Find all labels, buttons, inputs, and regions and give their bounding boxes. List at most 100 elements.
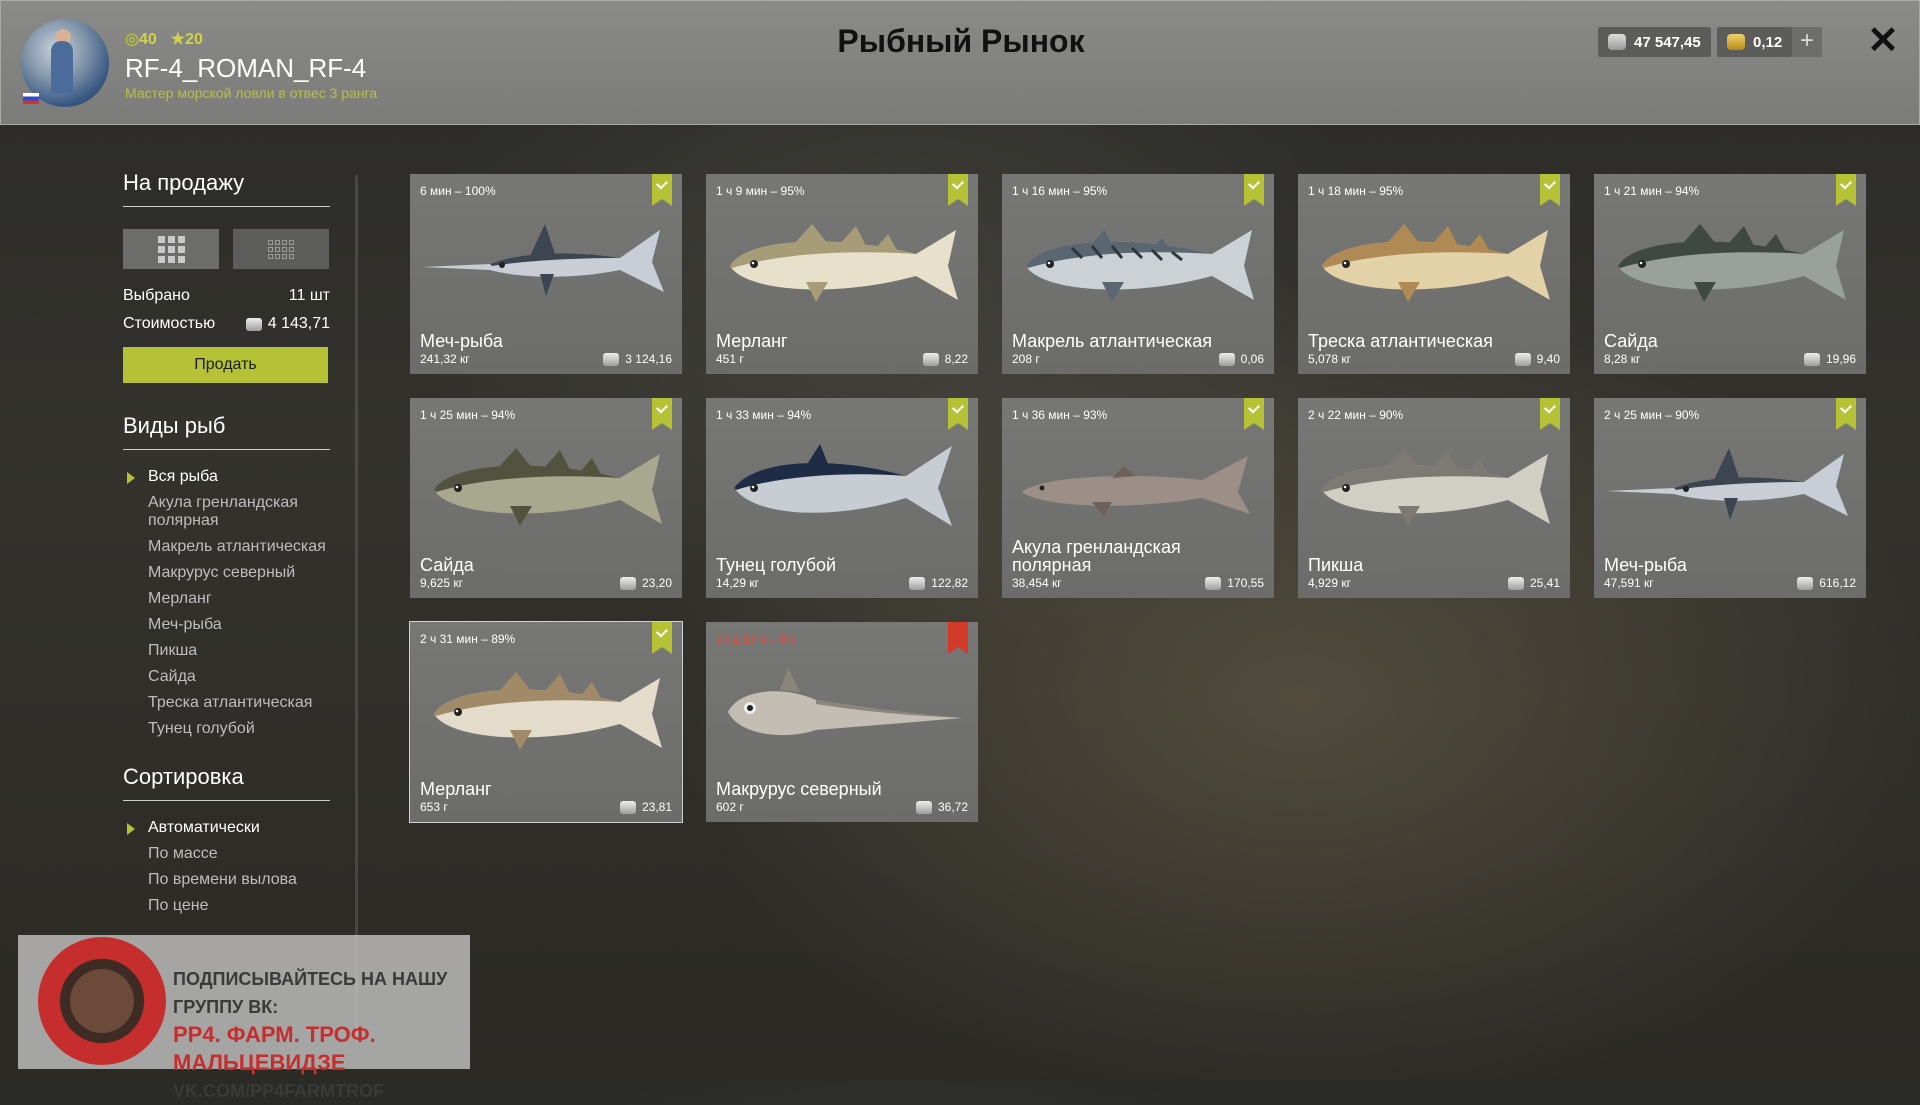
fish-weight: 38,454 кг — [1012, 576, 1062, 590]
sell-button[interactable]: Продать — [123, 347, 328, 383]
sort-option[interactable]: По массе — [123, 841, 330, 867]
catch-time: 2 ч 22 мин – 90% — [1308, 408, 1404, 422]
selected-bookmark-icon[interactable] — [652, 174, 672, 206]
fish-weight: 14,29 кг — [716, 576, 759, 590]
fish-name: Макрель атлантическая — [1012, 331, 1213, 351]
fish-price: 25,41 — [1507, 576, 1560, 590]
expired-bookmark-icon[interactable] — [948, 622, 968, 654]
selected-bookmark-icon[interactable] — [1540, 398, 1560, 430]
fish-card[interactable]: 1 ч 36 мин – 93% Акула гренландская поля… — [1002, 398, 1274, 598]
top-bar: ◎40 ★20 RF-4_ROMAN_RF-4 Мастер морской л… — [0, 0, 1920, 125]
fish-card[interactable]: 20 д 13 ч – 0% Макрурус северный 602 г 3… — [706, 622, 978, 822]
sort-option[interactable]: По цене — [123, 893, 330, 919]
fish-price: 23,20 — [619, 576, 672, 590]
fish-card[interactable]: 1 ч 25 мин – 94% Сайда 9,625 кг 23,20 — [410, 398, 682, 598]
watermark-line-2: РР4. ФАРМ. ТРОФ. МАЛЬЦЕВИДЗЕ — [173, 1022, 376, 1075]
price-value: 8,22 — [944, 352, 968, 366]
gold-balance: 0,12 — [1717, 27, 1793, 57]
silver-coin-icon — [245, 317, 262, 331]
species-item[interactable]: Сайда — [123, 664, 330, 690]
fish-weight: 602 г — [716, 800, 744, 814]
watermark-text: ПОДПИСЫВАЙТЕСЬ НА НАШУ ГРУППУ ВК: РР4. Ф… — [173, 965, 470, 1105]
fish-card[interactable]: 1 ч 33 мин – 94% Тунец голубой 14,29 кг … — [706, 398, 978, 598]
selected-bookmark-icon[interactable] — [1244, 174, 1264, 206]
price-value: 0,06 — [1240, 352, 1264, 366]
fish-card[interactable]: 1 ч 18 мин – 95% Треска атлантическая 5,… — [1298, 174, 1570, 374]
silver-coin-icon — [1608, 34, 1626, 50]
fish-weight: 8,28 кг — [1604, 352, 1641, 366]
fish-card[interactable]: 2 ч 25 мин – 90% Меч-рыба 47,591 кг 616,… — [1594, 398, 1866, 598]
fish-image — [420, 660, 672, 760]
fish-card[interactable]: 1 ч 16 мин – 95% Макрель атлантическая 2… — [1002, 174, 1274, 374]
species-item[interactable]: Мерланг — [123, 586, 330, 612]
silver-coin-icon — [915, 800, 932, 814]
fish-weight: 653 г — [420, 800, 448, 814]
price-value: 170,55 — [1227, 576, 1264, 590]
species-item[interactable]: Макрурус северный — [123, 560, 330, 586]
fish-card[interactable]: 2 ч 31 мин – 89% Мерланг 653 г 23,81 — [409, 621, 683, 823]
sort-options-list: Автоматически По массе По времени вылова По… — [123, 815, 330, 919]
fish-weight: 5,078 кг — [1308, 352, 1351, 366]
fish-card[interactable]: 1 ч 9 мин – 95% Мерланг 451 г 8,22 — [706, 174, 978, 374]
price-value: 25,41 — [1529, 576, 1560, 590]
fish-name: Акула гренландская полярная — [1012, 537, 1181, 575]
silver-balance: 47 547,45 — [1598, 27, 1711, 57]
species-item[interactable]: Вся рыба — [123, 464, 330, 490]
selected-bookmark-icon[interactable] — [948, 174, 968, 206]
selected-bookmark-icon[interactable] — [652, 398, 672, 430]
sort-option[interactable]: Автоматически — [123, 815, 330, 841]
fish-image — [420, 436, 672, 536]
close-button[interactable]: ✕ — [1863, 21, 1903, 61]
silver-coin-icon — [1797, 576, 1814, 590]
price-value: 19,96 — [1825, 352, 1856, 366]
large-grid-icon — [157, 235, 185, 263]
fish-card[interactable]: 6 мин – 100% Меч-рыба 241,32 кг 3 124,16 — [410, 174, 682, 374]
species-item[interactable]: Пикша — [123, 638, 330, 664]
fish-price: 170,55 — [1205, 576, 1264, 590]
sort-heading: Сортировка — [123, 764, 330, 801]
large-grid-view-button[interactable] — [123, 229, 219, 269]
selected-bookmark-icon[interactable] — [1244, 398, 1264, 430]
fish-price: 19,96 — [1803, 352, 1856, 366]
silver-coin-icon — [1205, 576, 1222, 590]
selected-bookmark-icon[interactable] — [1836, 174, 1856, 206]
silver-coin-icon — [1507, 576, 1524, 590]
silver-coin-icon — [1514, 352, 1531, 366]
fish-card[interactable]: 1 ч 21 мин – 94% Сайда 8,28 кг 19,96 — [1594, 174, 1866, 374]
catch-time: 2 ч 25 мин – 90% — [1604, 408, 1700, 422]
price-value: 36,72 — [937, 800, 968, 814]
fish-name: Меч-рыба — [1604, 555, 1687, 575]
add-currency-button[interactable]: + — [1792, 27, 1822, 57]
fish-image — [1308, 436, 1560, 536]
fish-image — [1012, 436, 1264, 536]
species-item[interactable]: Тунец голубой — [123, 716, 330, 742]
fish-weight: 47,591 кг — [1604, 576, 1654, 590]
species-item[interactable]: Меч-рыба — [123, 612, 330, 638]
fish-weight: 241,32 кг — [420, 352, 470, 366]
silver-coin-icon — [922, 352, 939, 366]
cost-row: Стоимостью 4 143,71 — [123, 315, 330, 333]
sidebar-divider — [355, 175, 358, 1035]
species-filter-list: Вся рыба Акула гренландская полярная Макре… — [123, 464, 330, 742]
species-item[interactable]: Акула гренландская полярная — [123, 490, 330, 534]
selected-bookmark-icon[interactable] — [1836, 398, 1856, 430]
selected-bookmark-icon[interactable] — [1540, 174, 1560, 206]
species-item[interactable]: Макрель атлантическая — [123, 534, 330, 560]
fish-weight: 451 г — [716, 352, 744, 366]
watermark-line-3: VK.COM/PP4FARMTROF — [173, 1081, 385, 1101]
sort-option[interactable]: По времени вылова — [123, 867, 330, 893]
catch-time: 1 ч 21 мин – 94% — [1604, 184, 1700, 198]
fish-price: 616,12 — [1797, 576, 1856, 590]
selected-bookmark-icon[interactable] — [948, 398, 968, 430]
price-value: 3 124,16 — [625, 352, 672, 366]
silver-coin-icon — [619, 800, 636, 814]
silver-value: 47 547,45 — [1634, 33, 1701, 51]
for-sale-heading: На продажу — [123, 170, 330, 207]
small-grid-icon — [268, 239, 294, 259]
fish-card[interactable]: 2 ч 22 мин – 90% Пикша 4,929 кг 25,41 — [1298, 398, 1570, 598]
fish-name: Треска атлантическая — [1308, 331, 1493, 351]
species-item[interactable]: Треска атлантическая — [123, 690, 330, 716]
selected-bookmark-icon[interactable] — [652, 622, 672, 654]
fish-name: Сайда — [420, 555, 474, 575]
small-grid-view-button[interactable] — [233, 229, 329, 269]
